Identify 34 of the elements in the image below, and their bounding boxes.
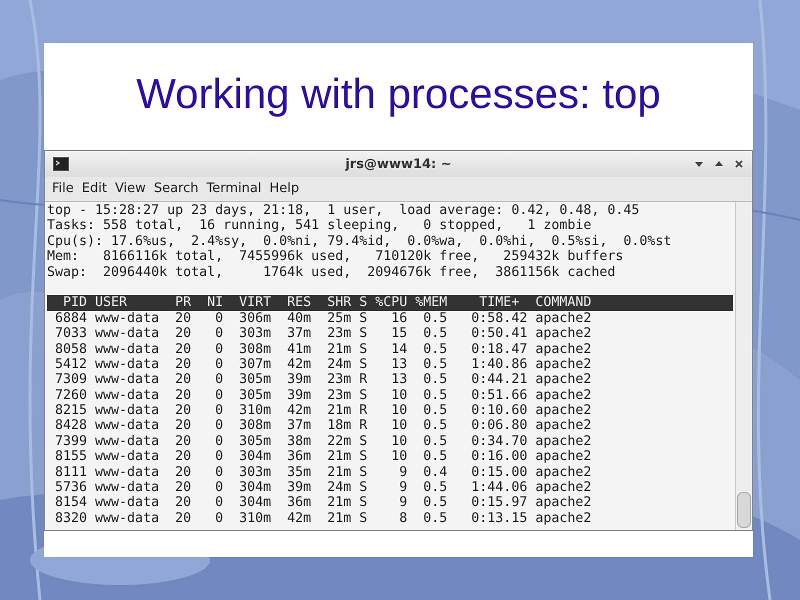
- scrollbar[interactable]: [735, 202, 752, 530]
- process-row-text: 7399 www-data 20 0 305m 38m 22m S 10 0.5 0:34.70 apache2: [54, 434, 592, 450]
- process-row-text: 8320 www-data 20 0 310m 42m 21m S 8 0.5 0:13.15 apache2: [54, 510, 592, 526]
- close-icon[interactable]: [734, 159, 744, 169]
- menu-item[interactable]: File: [48, 179, 78, 198]
- process-row-text: 8058 www-data 20 0 308m 41m 21m S 14 0.5 0:18.47 apache2: [54, 342, 592, 357]
- scrollbar-thumb[interactable]: [737, 492, 751, 528]
- maximize-icon[interactable]: [714, 159, 724, 169]
- minimize-icon[interactable]: [694, 159, 704, 169]
- terminal-line: Tasks: 558 total, 16 running, 541 sleeping, 0 stopped, 1 zombie: [47, 218, 592, 234]
- menu-item[interactable]: Edit: [78, 179, 111, 198]
- process-row-text: 7309 www-data 20 0 305m 39m 23m R 13 0.5 0:44.21 apache2: [54, 372, 592, 388]
- terminal-line: top - 15:28:27 up 23 days, 21:18, 1 user, load average: 0.42, 0.48, 0.45: [47, 203, 640, 218]
- menu-item[interactable]: Terminal: [202, 179, 266, 198]
- process-row-text: 8428 www-data 20 0 308m 37m 18m R 10 0.5 0:06.80 apache2: [54, 418, 592, 434]
- terminal-line: Cpu(s): 17.6%us, 2.4%sy, 0.0%ni, 79.4%id, 0.0%wa, 0.0%hi, 0.5%si, 0.0%st: [47, 234, 672, 250]
- process-row-text: 7033 www-data 20 0 303m 37m 23m S 15 0.5 0:50.41 apache2: [54, 326, 592, 342]
- window-title: jrs@www14: ~: [345, 156, 452, 172]
- process-row-text: 8111 www-data 20 0 303m 35m 21m S 9 0.4 0:15.00 apache2: [54, 464, 592, 480]
- menu-item[interactable]: View: [110, 179, 150, 198]
- process-row-text: 8215 www-data 20 0 310m 42m 21m R 10 0.5 0:10.60 apache2: [54, 403, 592, 418]
- process-row-text: 6884 www-data 20 0 306m 40m 25m S 16 0.5 0:58.42 apache2: [54, 310, 592, 326]
- terminal-line: Mem: 8166116k total, 7455996k used, 710120k free, 259432k buffers: [47, 249, 624, 265]
- process-row-text: 8154 www-data 20 0 304m 36m 21m S 9 0.5 0:15.97 apache2: [54, 495, 592, 511]
- table-header: PID USER PR NI VIRT RES SHR S %CPU %MEM TIME+ COMMAND: [47, 295, 733, 311]
- menu-item[interactable]: Help: [265, 179, 304, 198]
- slide-title: Working with processes: top: [135, 69, 662, 119]
- menu-item[interactable]: Search: [150, 179, 202, 198]
- process-row-text: 8155 www-data 20 0 304m 36m 21m S 10 0.5 0:16.00 apache2: [54, 449, 592, 465]
- process-row-text: 7260 www-data 20 0 305m 39m 23m S 10 0.5 0:51.66 apache2: [54, 388, 592, 404]
- terminal-icon: [53, 157, 69, 171]
- process-row-text: 5736 www-data 20 0 304m 39m 24m S 9 0.5 1:44.06 apache2: [54, 480, 592, 496]
- terminal-line: Swap: 2096440k total, 1764k used, 2094676k free, 3861156k cached: [47, 264, 616, 280]
- process-row-text: 5412 www-data 20 0 307m 42m 24m S 13 0.5 1:40.86 apache2: [54, 356, 592, 372]
